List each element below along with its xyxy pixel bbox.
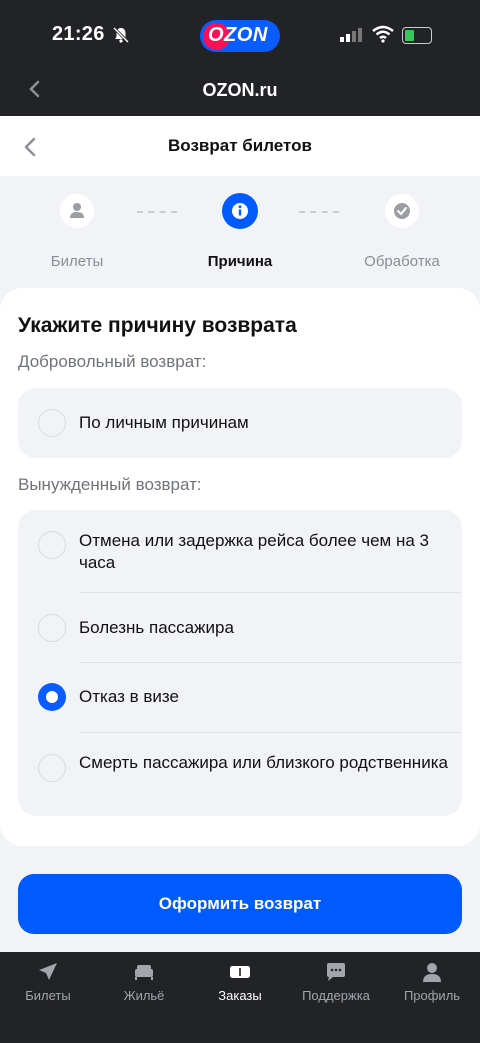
tab-profile[interactable]: Профиль bbox=[384, 958, 480, 1003]
page-title: Возврат билетов bbox=[168, 136, 312, 155]
radio-flight-cancel[interactable] bbox=[38, 531, 66, 559]
user-icon bbox=[423, 963, 441, 982]
option-label: Отмена или задержка рейса более чем на 3… bbox=[79, 531, 429, 572]
tab-label: Поддержка bbox=[302, 988, 370, 1003]
battery-icon bbox=[402, 27, 432, 44]
signal-icon bbox=[340, 28, 362, 42]
ticket-icon bbox=[230, 966, 250, 978]
bed-icon bbox=[135, 965, 153, 980]
step-label-processing: Обработка bbox=[364, 253, 440, 270]
browser-url[interactable]: OZON.ru bbox=[0, 80, 480, 101]
radio-visa-refusal[interactable] bbox=[38, 683, 66, 711]
check-icon bbox=[394, 203, 410, 219]
step-label-tickets: Билеты bbox=[50, 253, 104, 270]
radio-personal-reasons[interactable] bbox=[38, 409, 66, 437]
step-label-reason: Причина bbox=[207, 253, 273, 270]
tab-orders[interactable]: Заказы bbox=[192, 958, 288, 1003]
bell-muted-icon bbox=[112, 26, 130, 44]
voluntary-label: Добровольный возврат: bbox=[18, 352, 207, 371]
step-processing-circle bbox=[385, 194, 419, 228]
tab-label: Билеты bbox=[25, 988, 71, 1003]
forced-label: Вынужденный возврат: bbox=[18, 475, 202, 494]
step-connector bbox=[299, 211, 339, 213]
chat-icon bbox=[327, 963, 345, 981]
step-tickets-circle bbox=[60, 194, 94, 228]
radio-death[interactable] bbox=[38, 754, 66, 782]
form-title: Укажите причину возврата bbox=[18, 314, 297, 337]
tab-support[interactable]: Поддержка bbox=[288, 958, 384, 1003]
step-connector bbox=[137, 211, 177, 213]
tab-housing[interactable]: Жильё bbox=[96, 958, 192, 1003]
user-icon bbox=[70, 203, 84, 218]
info-icon bbox=[232, 203, 248, 219]
tab-label: Заказы bbox=[218, 988, 262, 1003]
wifi-icon bbox=[372, 25, 394, 43]
tab-tickets[interactable]: Билеты bbox=[0, 958, 96, 1003]
step-reason-circle bbox=[222, 193, 258, 229]
option-label: Смерть пассажира или близкого родственни… bbox=[79, 753, 448, 772]
option-label: Отказ в визе bbox=[79, 687, 179, 706]
tab-label: Профиль bbox=[403, 988, 461, 1003]
submit-return-button[interactable]: Оформить возврат bbox=[18, 874, 462, 934]
option-death[interactable] bbox=[18, 733, 462, 816]
status-time: 21:26 bbox=[52, 23, 105, 45]
radio-illness[interactable] bbox=[38, 614, 66, 642]
ozon-logo: OZON bbox=[200, 20, 280, 52]
plane-icon bbox=[39, 963, 57, 980]
option-label: Болезнь пассажира bbox=[79, 618, 234, 637]
tab-label: Жильё bbox=[123, 988, 165, 1003]
option-label: По личным причинам bbox=[79, 413, 249, 432]
